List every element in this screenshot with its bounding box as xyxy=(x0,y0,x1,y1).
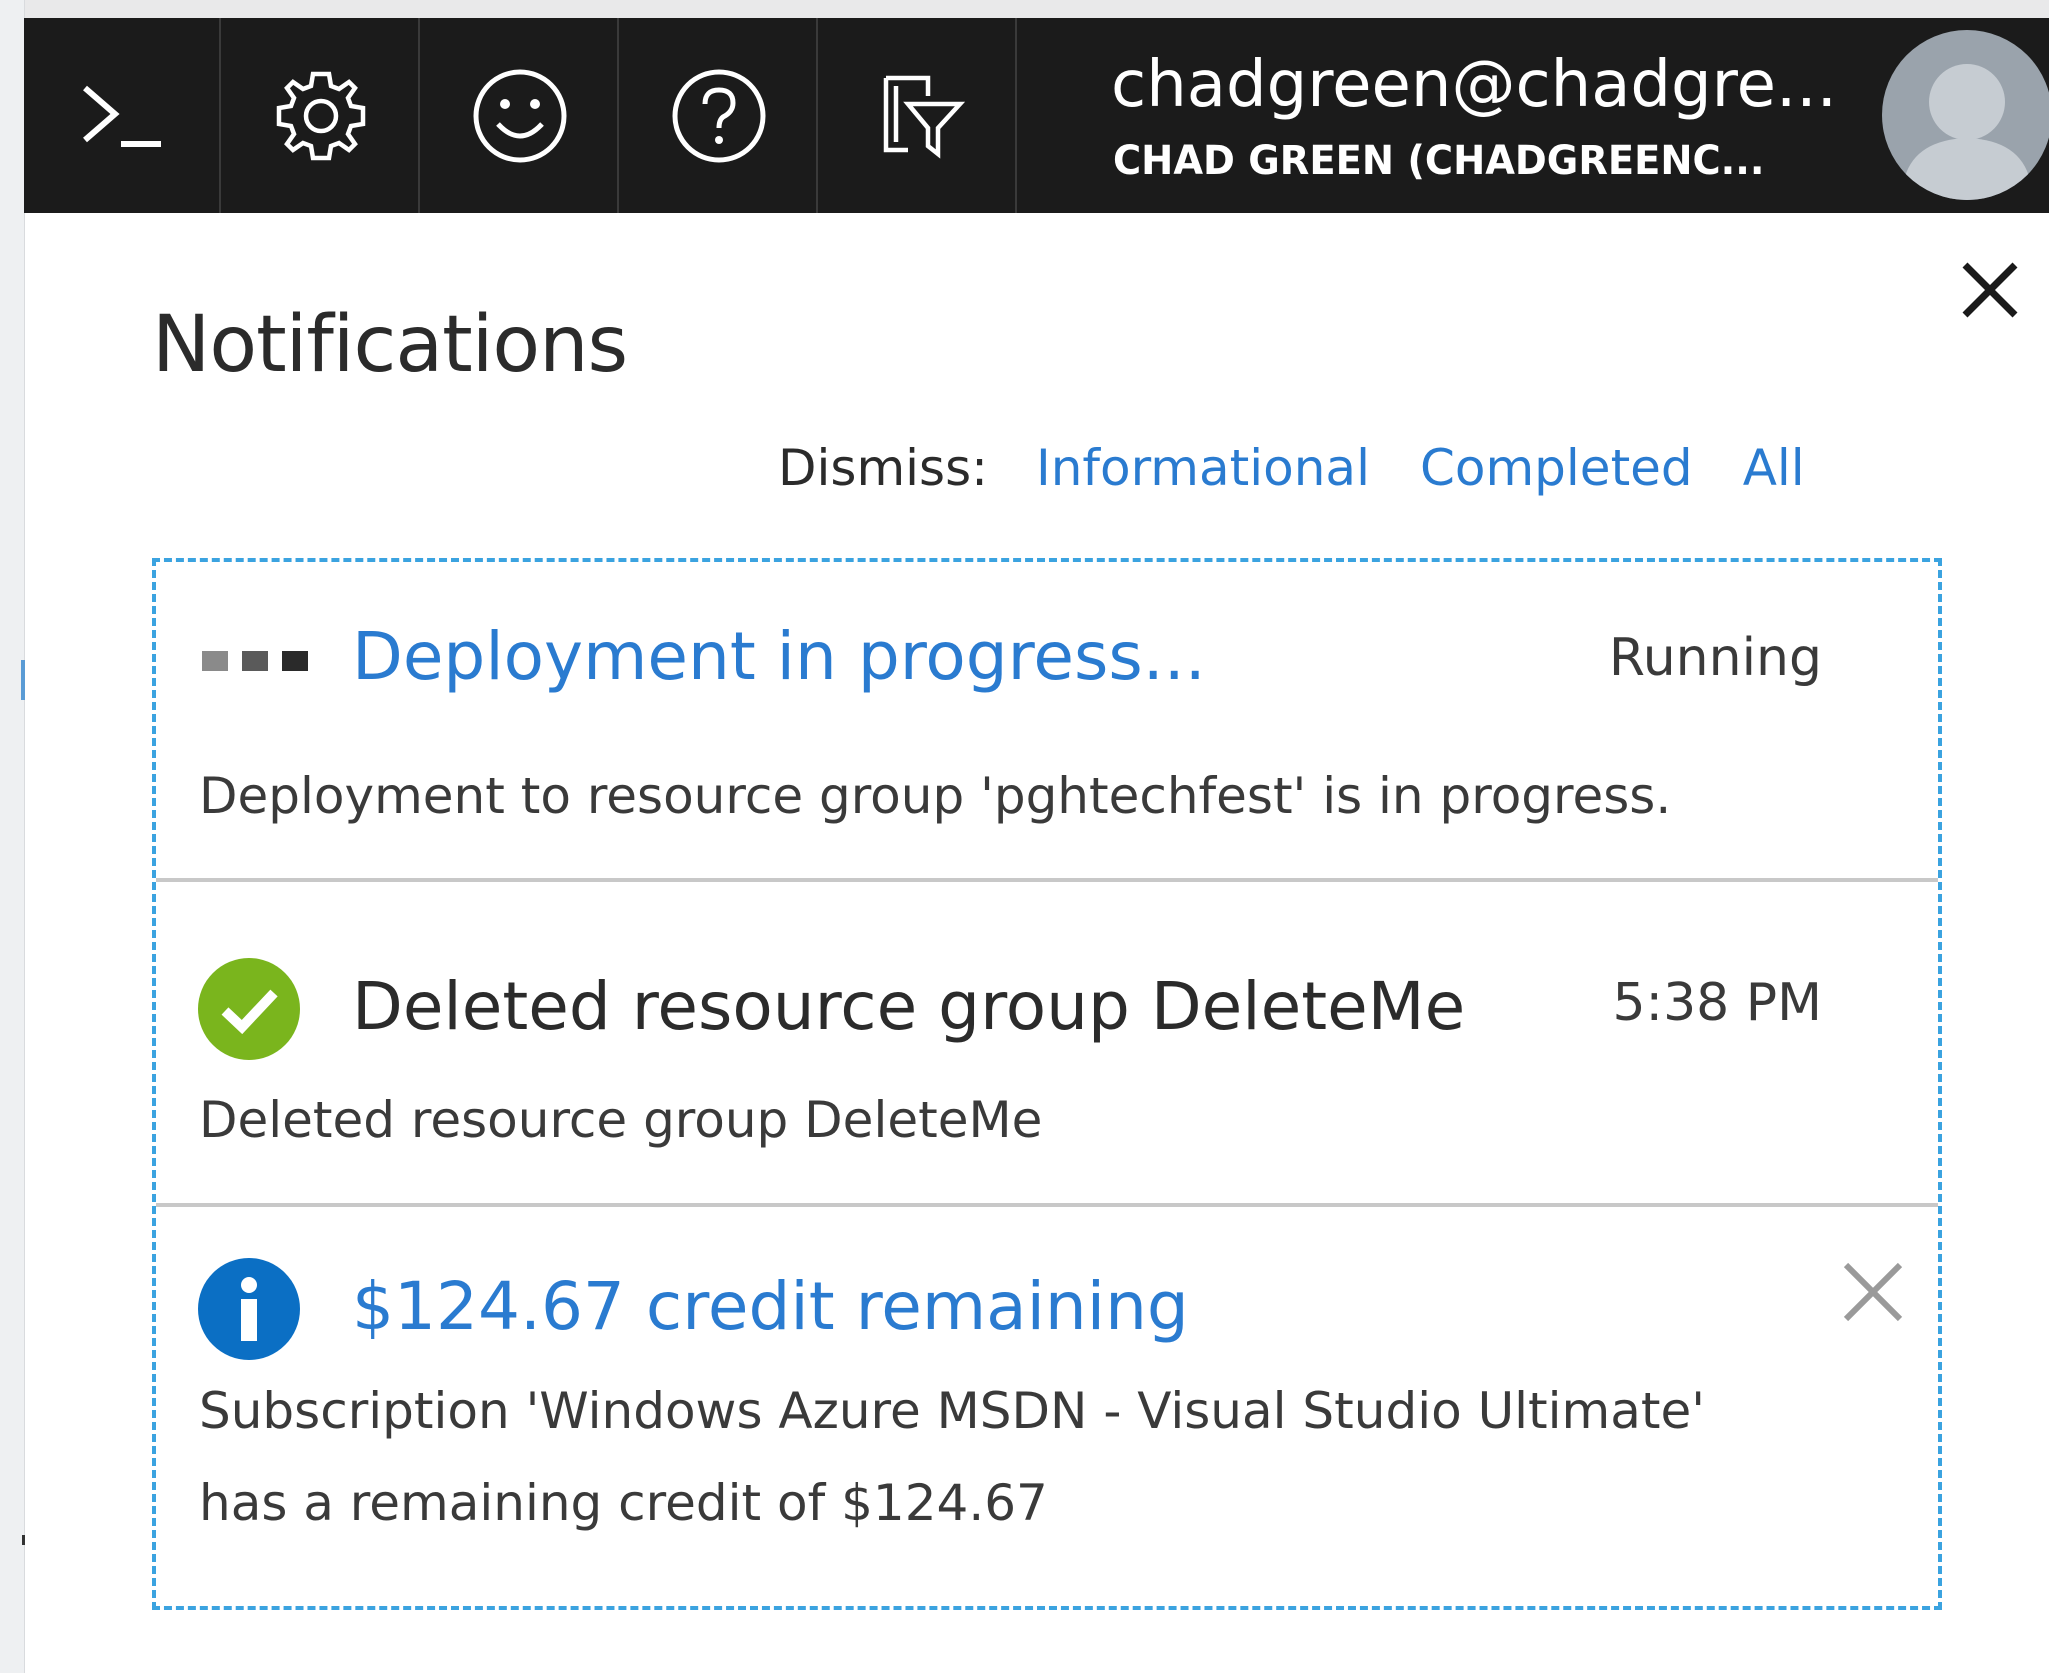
info-icon xyxy=(198,1258,300,1360)
smiley-icon xyxy=(473,69,566,162)
dismiss-all-link[interactable]: All xyxy=(1743,439,1805,497)
notification-timestamp: 5:38 PM xyxy=(1612,973,1822,1033)
azure-portal-notifications: chadgreen@chadgre... CHAD GREEN (CHADGRE… xyxy=(0,0,2049,1673)
notification-item[interactable]: $124.67 credit remaining Subscription 'W… xyxy=(156,1207,1938,1610)
notification-body-line: has a remaining credit of $124.67 xyxy=(199,1474,1048,1532)
top-command-bar: chadgreen@chadgre... CHAD GREEN (CHADGRE… xyxy=(24,18,2049,213)
close-icon xyxy=(1843,1262,1903,1322)
account-email: chadgreen@chadgre... xyxy=(1111,48,1837,122)
background-page-gutter xyxy=(0,0,25,1673)
page-title: Notifications xyxy=(152,300,628,390)
avatar[interactable] xyxy=(1882,30,2049,200)
success-check-icon xyxy=(198,958,300,1060)
gear-icon xyxy=(276,71,365,160)
notification-title-link[interactable]: $124.67 credit remaining xyxy=(352,1274,1189,1340)
person-silhouette-icon xyxy=(1904,64,2030,200)
account-directory: CHAD GREEN (CHADGREENC... xyxy=(1113,138,1765,184)
notification-body: Deleted resource group DeleteMe xyxy=(199,1091,1043,1149)
cloud-shell-button[interactable] xyxy=(24,18,221,213)
notification-body: Subscription 'Windows Azure MSDN - Visua… xyxy=(199,1365,1849,1549)
notification-body: Deployment to resource group 'pghtechfes… xyxy=(199,767,1672,825)
close-panel-button[interactable] xyxy=(1955,255,2025,325)
background-mark xyxy=(22,1535,25,1545)
notification-item[interactable]: Deployment in progress... Running Deploy… xyxy=(156,562,1938,882)
notification-title: Deleted resource group DeleteMe xyxy=(352,968,1466,1045)
notification-title-link[interactable]: Deployment in progress... xyxy=(352,624,1206,690)
background-top-strip xyxy=(0,0,2049,18)
close-icon xyxy=(1962,262,2018,318)
notification-status: Running xyxy=(1608,628,1822,688)
background-selection-accent xyxy=(21,660,25,700)
dismiss-informational-link[interactable]: Informational xyxy=(1036,439,1370,497)
dismiss-label: Dismiss: xyxy=(778,439,988,497)
help-button[interactable] xyxy=(621,18,818,213)
dismiss-row: Dismiss: Informational Completed All xyxy=(778,438,1828,498)
question-circle-icon xyxy=(672,69,765,162)
feedback-button[interactable] xyxy=(422,18,619,213)
dismiss-notification-button[interactable] xyxy=(1838,1257,1908,1327)
terminal-prompt-icon xyxy=(82,85,161,147)
progress-dots-icon xyxy=(202,651,308,671)
directory-filter-icon xyxy=(883,75,965,159)
account-menu[interactable]: chadgreen@chadgre... CHAD GREEN (CHADGRE… xyxy=(1034,18,2049,213)
notification-item[interactable]: Deleted resource group DeleteMe 5:38 PM … xyxy=(156,882,1938,1207)
settings-button[interactable] xyxy=(223,18,420,213)
directory-filter-button[interactable] xyxy=(820,18,1017,213)
notification-body-line: Subscription 'Windows Azure MSDN - Visua… xyxy=(199,1382,1706,1440)
dismiss-completed-link[interactable]: Completed xyxy=(1420,439,1693,497)
notification-list: Deployment in progress... Running Deploy… xyxy=(152,558,1942,1610)
